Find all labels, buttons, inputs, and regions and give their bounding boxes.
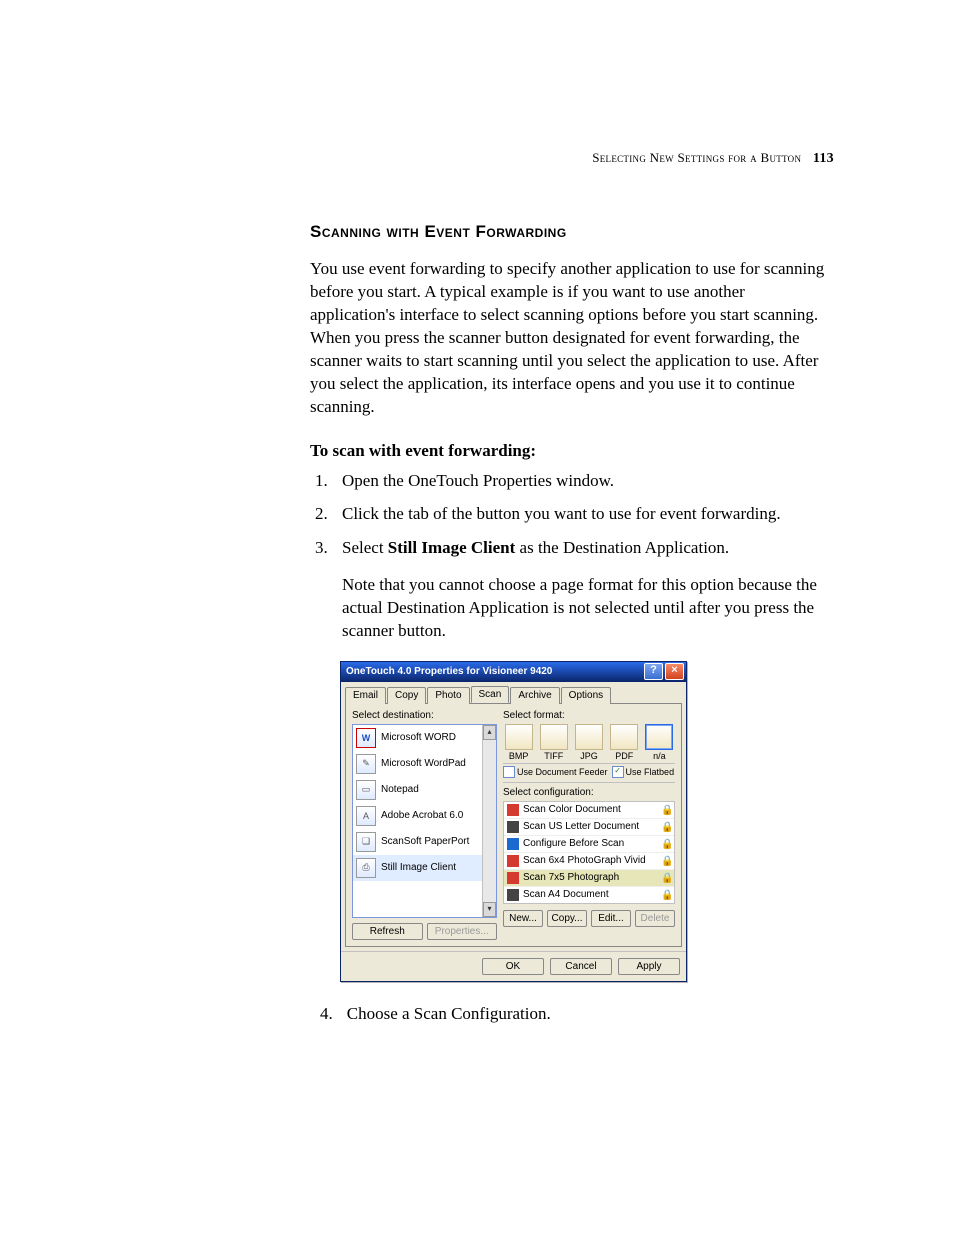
dest-item-paperport[interactable]: ❏ ScanSoft PaperPort [353, 829, 496, 855]
palette-icon [507, 872, 519, 884]
dest-label: Microsoft WordPad [381, 758, 466, 769]
format-bmp[interactable]: BMP [503, 724, 534, 761]
left-column: Select destination: W Microsoft WORD ✎ M… [352, 710, 497, 940]
still-image-icon: ⎙ [356, 858, 376, 878]
scroll-up-icon[interactable]: ▴ [483, 725, 496, 740]
destination-scrollbar[interactable]: ▴ ▾ [482, 725, 496, 917]
config-list[interactable]: Scan Color Document 🔒 Scan US Letter Doc… [503, 801, 675, 904]
dest-item-notepad[interactable]: ▭ Notepad [353, 777, 496, 803]
tab-email[interactable]: Email [345, 687, 386, 704]
intro-paragraph: You use event forwarding to specify anot… [310, 258, 834, 419]
dest-item-acrobat[interactable]: A Adobe Acrobat 6.0 [353, 803, 496, 829]
lock-icon: 🔒 [661, 890, 671, 900]
gear-icon [507, 838, 519, 850]
steps-list: Open the OneTouch Properties window. Cli… [310, 469, 834, 560]
new-button[interactable]: New... [503, 910, 543, 927]
dialog-title: OneTouch 4.0 Properties for Visioneer 94… [346, 666, 642, 677]
dialog-body: Select destination: W Microsoft WORD ✎ M… [345, 703, 682, 947]
jpg-icon [575, 724, 603, 750]
procedure-heading: To scan with event forwarding: [310, 441, 834, 461]
source-checks: Use Document Feeder ✓ Use Flatbed [503, 763, 675, 783]
dialog-figure: OneTouch 4.0 Properties for Visioneer 94… [340, 661, 834, 982]
flatbed-check[interactable]: ✓ Use Flatbed [612, 766, 675, 778]
document-icon [507, 821, 519, 833]
tab-copy[interactable]: Copy [387, 687, 426, 704]
format-row: BMP TIFF JPG PDF n/a [503, 724, 675, 761]
right-column: Select format: BMP TIFF JPG PDF n/a Use … [503, 710, 675, 940]
dest-label: Notepad [381, 784, 419, 795]
lock-icon: 🔒 [661, 805, 671, 815]
select-config-label: Select configuration: [503, 787, 675, 798]
document-icon [507, 889, 519, 901]
na-icon [645, 724, 673, 750]
dialog-titlebar: OneTouch 4.0 Properties for Visioneer 94… [341, 662, 686, 682]
help-button[interactable]: ? [644, 663, 663, 680]
running-header: Selecting New Settings for a Button 113 [310, 150, 834, 167]
feeder-check[interactable]: Use Document Feeder [503, 766, 608, 778]
paperport-icon: ❏ [356, 832, 376, 852]
dialog-tabs: Email Copy Photo Scan Archive Options [341, 682, 686, 703]
dest-item-wordpad[interactable]: ✎ Microsoft WordPad [353, 751, 496, 777]
select-destination-label: Select destination: [352, 710, 497, 721]
dest-label: Microsoft WORD [381, 732, 456, 743]
delete-button[interactable]: Delete [635, 910, 675, 927]
format-pdf[interactable]: PDF [609, 724, 640, 761]
wordpad-icon: ✎ [356, 754, 376, 774]
lock-icon: 🔒 [661, 822, 671, 832]
section-heading: Scanning with Event Forwarding [310, 222, 834, 242]
refresh-button[interactable]: Refresh [352, 923, 423, 940]
dest-label: Still Image Client [381, 862, 456, 873]
word-icon: W [356, 728, 376, 748]
tab-photo[interactable]: Photo [427, 687, 469, 704]
bmp-icon [505, 724, 533, 750]
checkbox-icon: ✓ [612, 766, 624, 778]
tiff-icon [540, 724, 568, 750]
tab-options[interactable]: Options [561, 687, 611, 704]
palette-icon [507, 855, 519, 867]
destination-list[interactable]: W Microsoft WORD ✎ Microsoft WordPad ▭ N… [352, 724, 497, 918]
steps-list-continued: Choose a Scan Configuration. [310, 1002, 834, 1026]
dest-label: Adobe Acrobat 6.0 [381, 810, 463, 821]
properties-button[interactable]: Properties... [427, 923, 498, 940]
cfg-7x5-photo[interactable]: Scan 7x5 Photograph 🔒 [504, 870, 674, 887]
step-1: Open the OneTouch Properties window. [332, 469, 834, 493]
cfg-us-letter[interactable]: Scan US Letter Document 🔒 [504, 819, 674, 836]
onetouch-dialog: OneTouch 4.0 Properties for Visioneer 94… [340, 661, 687, 982]
step-3: Select Still Image Client as the Destina… [332, 536, 834, 560]
copy-button[interactable]: Copy... [547, 910, 587, 927]
scroll-down-icon[interactable]: ▾ [483, 902, 496, 917]
step-3-note: Note that you cannot choose a page forma… [342, 574, 834, 643]
format-na[interactable]: n/a [644, 724, 675, 761]
tab-scan[interactable]: Scan [471, 686, 510, 703]
format-jpg[interactable]: JPG [573, 724, 604, 761]
close-button[interactable]: × [665, 663, 684, 680]
cancel-button[interactable]: Cancel [550, 958, 612, 975]
apply-button[interactable]: Apply [618, 958, 680, 975]
edit-button[interactable]: Edit... [591, 910, 631, 927]
lock-icon: 🔒 [661, 873, 671, 883]
dest-item-word[interactable]: W Microsoft WORD [353, 725, 496, 751]
palette-icon [507, 804, 519, 816]
pdf-icon [610, 724, 638, 750]
cfg-color-document[interactable]: Scan Color Document 🔒 [504, 802, 674, 819]
lock-icon: 🔒 [661, 856, 671, 866]
dialog-footer: OK Cancel Apply [341, 951, 686, 981]
header-section-title: Selecting New Settings for a Button [592, 150, 801, 165]
dest-label: ScanSoft PaperPort [381, 836, 469, 847]
lock-icon: 🔒 [661, 839, 671, 849]
step-2: Click the tab of the button you want to … [332, 502, 834, 526]
cfg-6x4-vivid[interactable]: Scan 6x4 PhotoGraph Vivid 🔒 [504, 853, 674, 870]
step-4: Choose a Scan Configuration. [332, 1002, 834, 1026]
checkbox-icon [503, 766, 515, 778]
cfg-a4-document[interactable]: Scan A4 Document 🔒 [504, 887, 674, 903]
notepad-icon: ▭ [356, 780, 376, 800]
acrobat-icon: A [356, 806, 376, 826]
cfg-configure-before[interactable]: Configure Before Scan 🔒 [504, 836, 674, 853]
header-page-number: 113 [813, 151, 834, 166]
tab-archive[interactable]: Archive [510, 687, 559, 704]
select-format-label: Select format: [503, 710, 675, 721]
dest-item-still-image[interactable]: ⎙ Still Image Client [353, 855, 496, 881]
ok-button[interactable]: OK [482, 958, 544, 975]
format-tiff[interactable]: TIFF [538, 724, 569, 761]
